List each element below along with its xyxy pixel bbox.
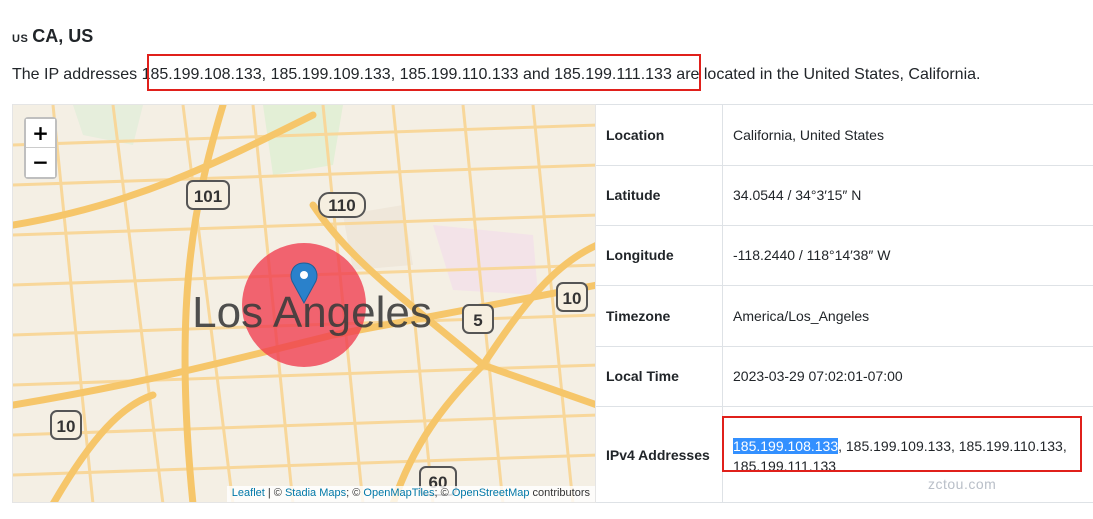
attribution-tail: contributors — [529, 487, 590, 499]
zoom-in-button[interactable]: + — [26, 119, 55, 148]
highlight-box — [722, 416, 1082, 472]
row-label: Timezone — [606, 308, 671, 324]
zoom-out-button[interactable]: − — [26, 148, 55, 177]
intro-suffix: are located in the United States, Califo… — [671, 66, 981, 83]
table-row: Location California, United States — [596, 104, 1093, 165]
row-value: -118.2440 / 118°14′38″ W — [733, 247, 891, 263]
page-heading: US CA, US — [12, 26, 93, 47]
row-value: 34.0544 / 34°3′15″ N — [733, 187, 862, 203]
table-row: Longitude -118.2440 / 118°14′38″ W — [596, 225, 1093, 285]
openmaptiles-link[interactable]: OpenMapTiles — [363, 487, 434, 499]
leaflet-link[interactable]: Leaflet — [232, 487, 265, 499]
row-value: California, United States — [733, 127, 884, 143]
row-label: Location — [606, 127, 665, 143]
map-attribution: Leaflet | © Stadia Maps; © OpenMapTiles;… — [226, 486, 595, 502]
us-flag-icon: US — [12, 33, 29, 45]
watermark: zctou.com — [928, 476, 997, 492]
row-value: America/Los_Angeles — [733, 308, 870, 324]
shield-label: 10 — [57, 417, 76, 436]
map[interactable]: 101 110 10 5 10 60 Los Angeles + − Leafl… — [12, 104, 596, 503]
row-value: 2023-03-29 07:02:01-07:00 — [733, 368, 903, 384]
heading-title: CA, US — [32, 26, 94, 46]
shield-label: 5 — [473, 311, 482, 330]
shield-label: 10 — [563, 289, 582, 308]
zoom-control: + − — [24, 117, 57, 179]
table-row: Latitude 34.0544 / 34°3′15″ N — [596, 165, 1093, 225]
table-row: Local Time 2023-03-29 07:02:01-07:00 — [596, 346, 1093, 406]
highlight-box — [147, 54, 701, 91]
row-label: IPv4 Addresses — [606, 447, 710, 463]
map-tiles: 101 110 10 5 10 60 Los Angeles — [13, 105, 595, 502]
row-label: Local Time — [606, 368, 679, 384]
shield-label: 101 — [194, 187, 222, 206]
intro-prefix: The IP addresses — [12, 66, 142, 83]
attribution-sep: ; © — [434, 487, 452, 499]
row-label: Latitude — [606, 187, 661, 203]
city-label: Los Angeles — [192, 288, 432, 337]
stadia-link[interactable]: Stadia Maps — [285, 487, 346, 499]
table-row: Timezone America/Los_Angeles — [596, 285, 1093, 346]
row-label: Longitude — [606, 247, 674, 263]
attribution-sep: | © — [264, 487, 285, 499]
openstreetmap-link[interactable]: OpenStreetMap — [452, 487, 530, 499]
shield-label: 110 — [328, 196, 355, 215]
intro-sentence: The IP addresses 185.199.108.133, 185.19… — [12, 54, 981, 91]
attribution-sep: ; © — [346, 487, 364, 499]
